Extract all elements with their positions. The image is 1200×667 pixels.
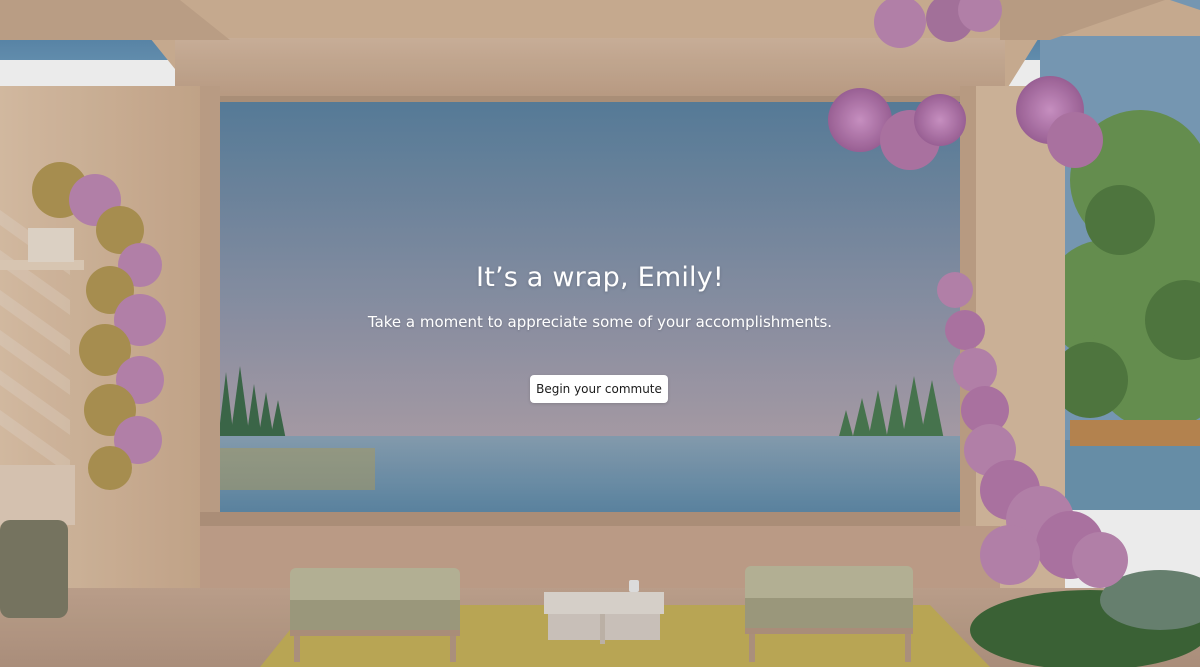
completion-overlay: It’s a wrap, Emily! Take a moment to app… <box>0 0 1200 667</box>
wrap-up-message: Take a moment to appreciate some of your… <box>367 313 833 331</box>
begin-commute-button[interactable]: Begin your commute <box>530 375 668 403</box>
wrap-up-heading: It’s a wrap, Emily! <box>476 262 724 293</box>
